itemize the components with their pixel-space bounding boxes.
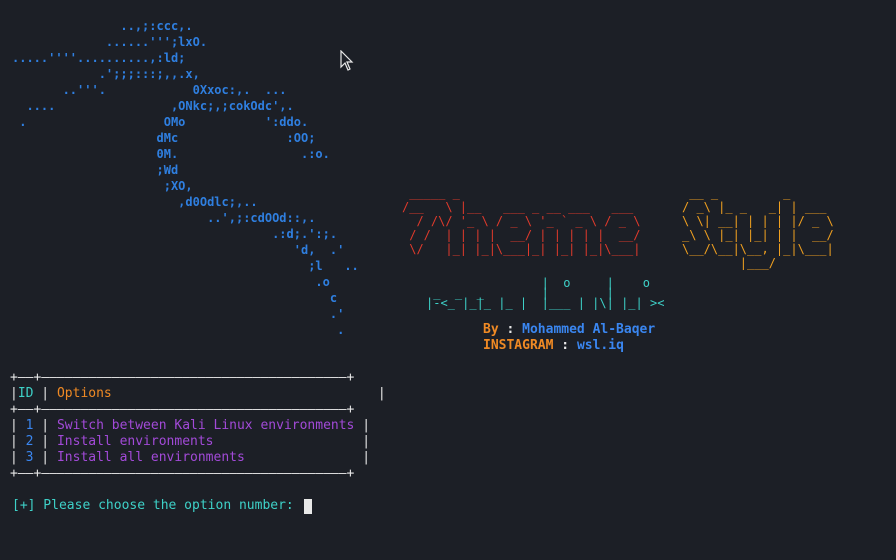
options-table: +——+————————————————————————————————————… <box>10 370 386 482</box>
row-id: 2 <box>25 434 34 449</box>
table-row[interactable]: | 3 | Install all environments | <box>10 450 386 466</box>
author-line: By : Mohammed Al-Baqer <box>483 322 655 338</box>
instagram-separator: : <box>553 338 577 353</box>
prompt-text: [+] Please choose the option number: <box>12 498 302 513</box>
table-header-row: |ID | Options | <box>10 386 386 401</box>
row-option-label: Switch between Kali Linux environments <box>56 418 355 433</box>
instagram-label: INSTAGRAM <box>483 338 554 353</box>
theme-ascii-title: _____ _ /__ \ |__ ___ _ __ ___ ___ / /\/… <box>402 186 641 256</box>
input-prompt[interactable]: [+] Please choose the option number: <box>12 498 312 514</box>
table-row[interactable]: | 1 | Switch between Kali Linux environm… <box>10 418 386 434</box>
row-id: 3 <box>25 450 34 465</box>
text-cursor[interactable] <box>303 498 312 514</box>
style-ascii-title: __ _ _ / _\ |_ _ _| | ___ \ \| __| | | |… <box>682 186 834 270</box>
terminal-window[interactable]: ..,;:ccc,. ......''';lxO. .....''''.....… <box>0 0 896 560</box>
author-label: By <box>483 322 499 337</box>
row-option-label: Install environments <box>56 434 214 449</box>
table-border-mid: +——+————————————————————————————————————… <box>10 402 355 417</box>
row-option-label: Install all environments <box>56 450 245 465</box>
tagline-ascii-art: | o | o _ _ _ | | |-<_ |_|_ |_ | |___ | … <box>426 276 665 310</box>
table-row[interactable]: | 2 | Install environments | <box>10 434 386 450</box>
instagram-line: INSTAGRAM : wsl.iq <box>483 338 655 354</box>
dragon-ascii-art: ..,;:ccc,. ......''';lxO. .....''''.....… <box>12 19 359 337</box>
header-id: ID <box>17 386 34 401</box>
author-name: Mohammed Al-Baqer <box>522 322 656 337</box>
instagram-handle: wsl.iq <box>576 338 624 353</box>
header-options: Options <box>56 386 112 401</box>
mouse-pointer-icon <box>340 50 354 71</box>
author-separator: : <box>498 322 523 337</box>
row-id: 1 <box>25 418 34 433</box>
table-border-top: +——+————————————————————————————————————… <box>10 370 355 385</box>
table-border-bottom: +——+————————————————————————————————————… <box>10 466 355 481</box>
credits-block: By : Mohammed Al-Baqer INSTAGRAM : wsl.i… <box>483 322 655 354</box>
